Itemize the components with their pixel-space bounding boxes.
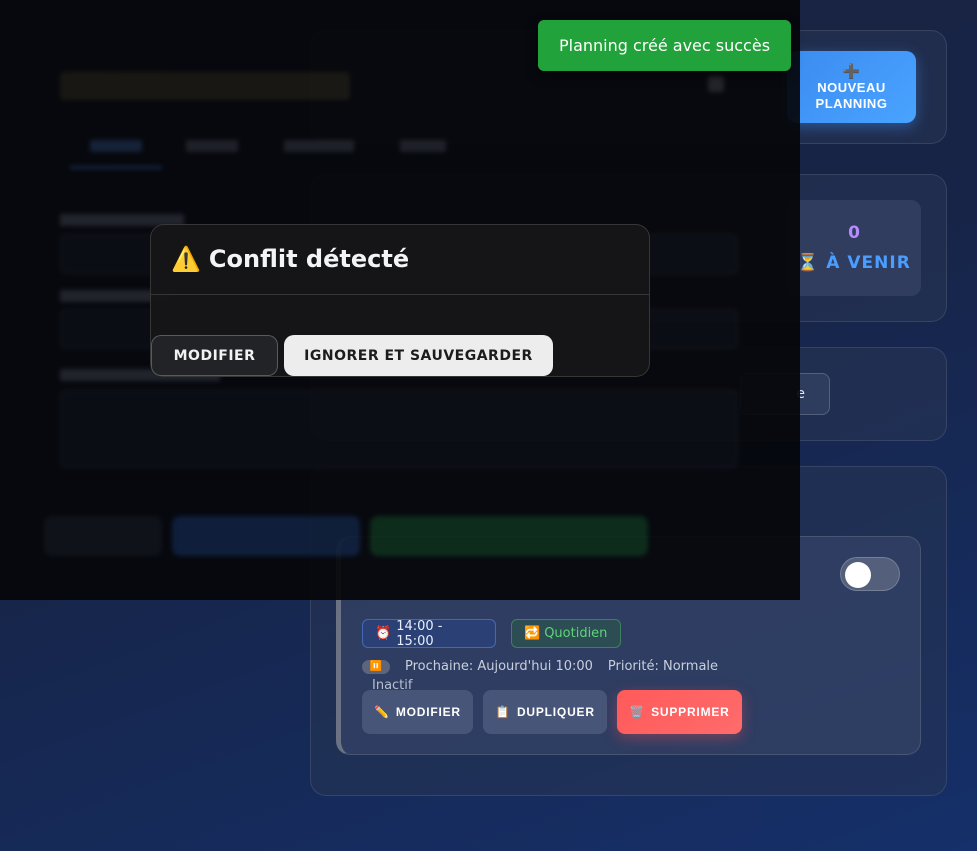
time-range-text: 14:00 - 15:00 — [396, 618, 443, 649]
dialog-title: ⚠️ Conflit détecté — [171, 245, 409, 273]
dialog-divider — [151, 294, 649, 295]
edit-planning-button[interactable]: ✏️ MODIFIER — [362, 690, 473, 734]
frequency-text: Quotidien — [544, 626, 608, 641]
modify-button[interactable]: MODIFIER — [151, 335, 278, 376]
delete-planning-button[interactable]: 🗑️ SUPPRIMER — [617, 690, 742, 734]
edit-label: MODIFIER — [395, 705, 461, 719]
new-planning-button[interactable]: ➕ NOUVEAU PLANNING — [787, 51, 916, 123]
blurred-tab — [400, 140, 446, 152]
alarm-clock-icon: ⏰ — [375, 626, 392, 641]
upcoming-label: À VENIR — [826, 252, 911, 273]
pause-icon: ⏸️ — [362, 659, 390, 674]
hourglass-icon: ⏳ — [797, 252, 820, 273]
planning-meta: ⏸️ Prochaine: Aujourd'hui 10:00 Priorité… — [362, 659, 718, 674]
ignore-and-save-button[interactable]: IGNORER ET SAUVEGARDER — [284, 335, 553, 376]
blurred-tab-underline — [70, 166, 162, 169]
success-toast: Planning créé avec succès — [538, 20, 791, 71]
modal-overlay[interactable]: ⚠️ Conflit détecté MODIFIER IGNORER ET S… — [0, 0, 800, 600]
blurred-close-icon — [708, 76, 724, 92]
toggle-knob — [845, 562, 871, 588]
warning-icon: ⚠️ — [171, 245, 201, 273]
pencil-icon: ✏️ — [374, 705, 390, 719]
planning-active-toggle[interactable] — [840, 557, 900, 591]
clipboard-icon: 📋 — [495, 705, 511, 719]
frequency-tag: 🔁 Quotidien — [511, 619, 621, 648]
duplicate-planning-button[interactable]: 📋 DUPLIQUER — [483, 690, 607, 734]
blurred-form-title — [60, 72, 350, 100]
blurred-tab — [186, 140, 238, 152]
priority-text: Priorité: Normale — [607, 659, 719, 674]
delete-label: SUPPRIMER — [651, 705, 730, 719]
upcoming-count: 0 — [848, 222, 860, 243]
blurred-textarea — [60, 390, 738, 468]
toast-message: Planning créé avec succès — [558, 36, 771, 55]
plus-icon: ➕ — [842, 62, 861, 79]
duplicate-label: DUPLIQUER — [516, 705, 595, 719]
repeat-icon: 🔁 — [524, 626, 541, 641]
blurred-button — [172, 516, 360, 556]
upcoming-stat: 0 ⏳ À VENIR — [787, 200, 921, 296]
upcoming-label-wrap: ⏳ À VENIR — [797, 253, 911, 274]
blurred-tab — [284, 140, 354, 152]
time-range-tag: ⏰ 14:00 - 15:00 — [362, 618, 496, 649]
trash-icon: 🗑️ — [629, 705, 646, 719]
dialog-title-text: Conflit détecté — [208, 245, 410, 273]
blurred-tab — [90, 140, 142, 152]
next-run-text: Prochaine: Aujourd'hui 10:00 — [405, 659, 593, 674]
blurred-button — [370, 516, 648, 556]
new-planning-label: NOUVEAU PLANNING — [815, 79, 888, 111]
blurred-button — [44, 516, 162, 556]
conflict-dialog: ⚠️ Conflit détecté MODIFIER IGNORER ET S… — [150, 224, 650, 377]
